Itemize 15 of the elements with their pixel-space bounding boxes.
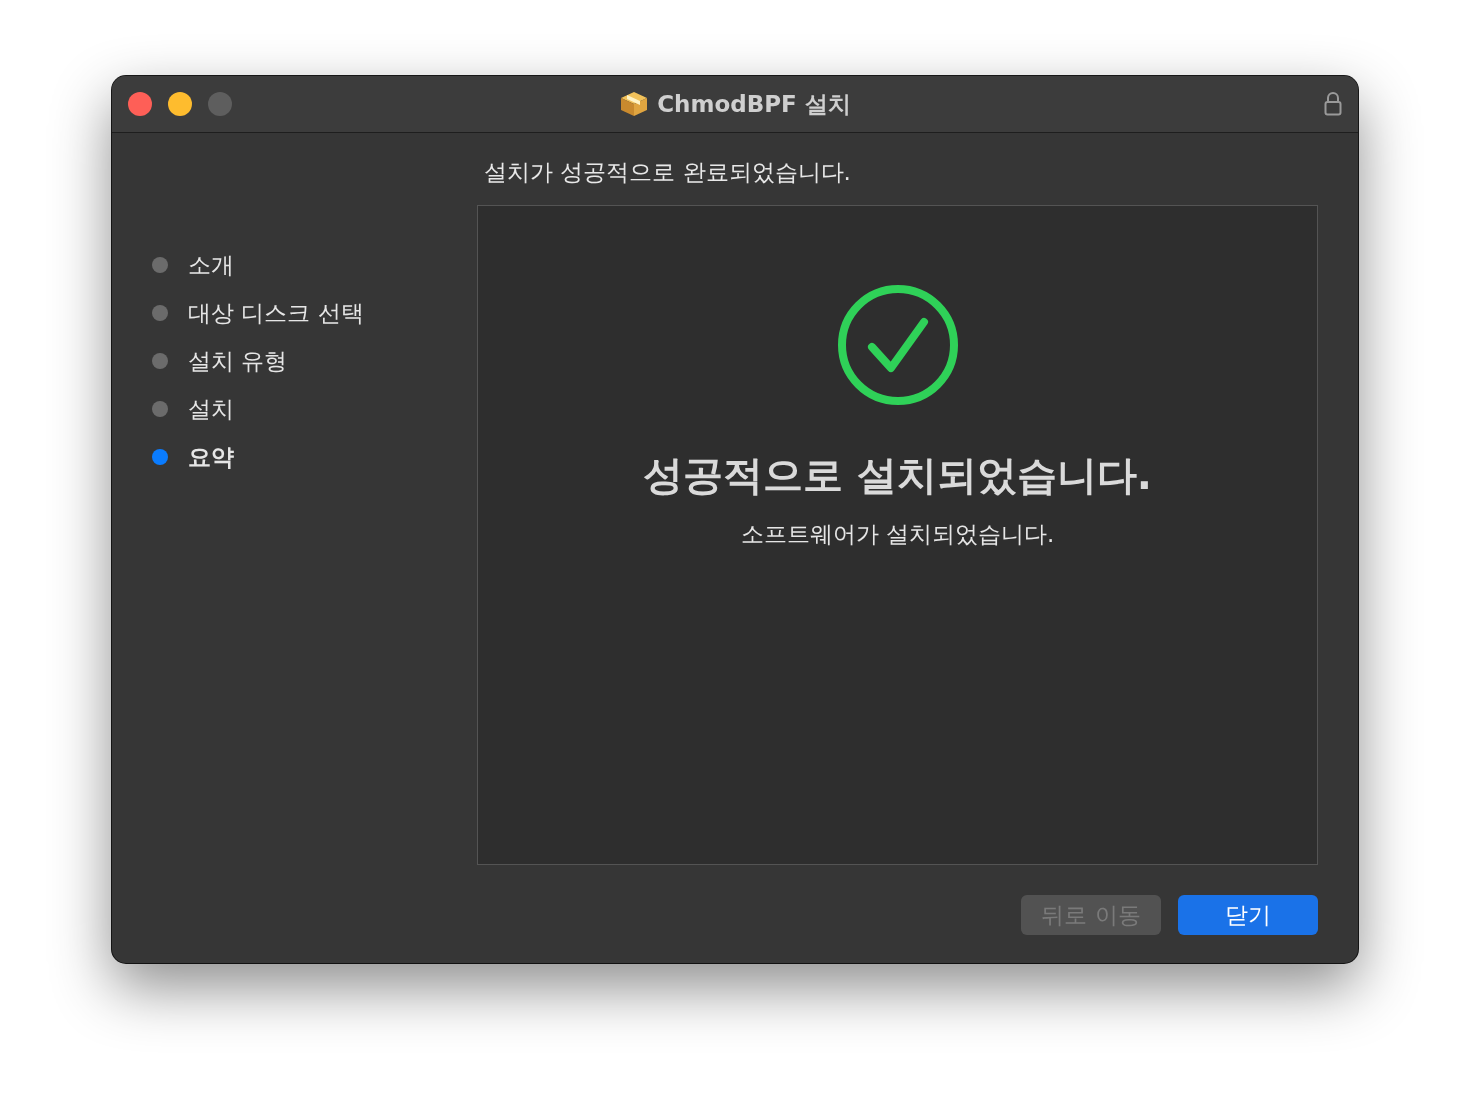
- checkmark-circle-icon: [836, 284, 959, 406]
- close-window-button[interactable]: [128, 92, 152, 116]
- package-box-icon: [619, 90, 650, 118]
- step-label: 대상 디스크 선택: [188, 298, 364, 328]
- step-label: 요약: [188, 442, 234, 472]
- success-message: 소프트웨어가 설치되었습니다.: [740, 520, 1055, 549]
- status-heading: 설치가 성공적으로 완료되었습니다.: [483, 158, 852, 187]
- step-label: 소개: [188, 250, 234, 280]
- minimize-window-button[interactable]: [168, 92, 192, 116]
- step-label: 설치 유형: [188, 346, 288, 376]
- step-label: 설치: [188, 394, 234, 424]
- close-button[interactable]: 닫기: [1178, 895, 1318, 935]
- window-title: ChmodBPF 설치: [657, 89, 851, 119]
- success-title: 성공적으로 설치되었습니다.: [642, 451, 1153, 500]
- lock-icon: [1324, 92, 1342, 116]
